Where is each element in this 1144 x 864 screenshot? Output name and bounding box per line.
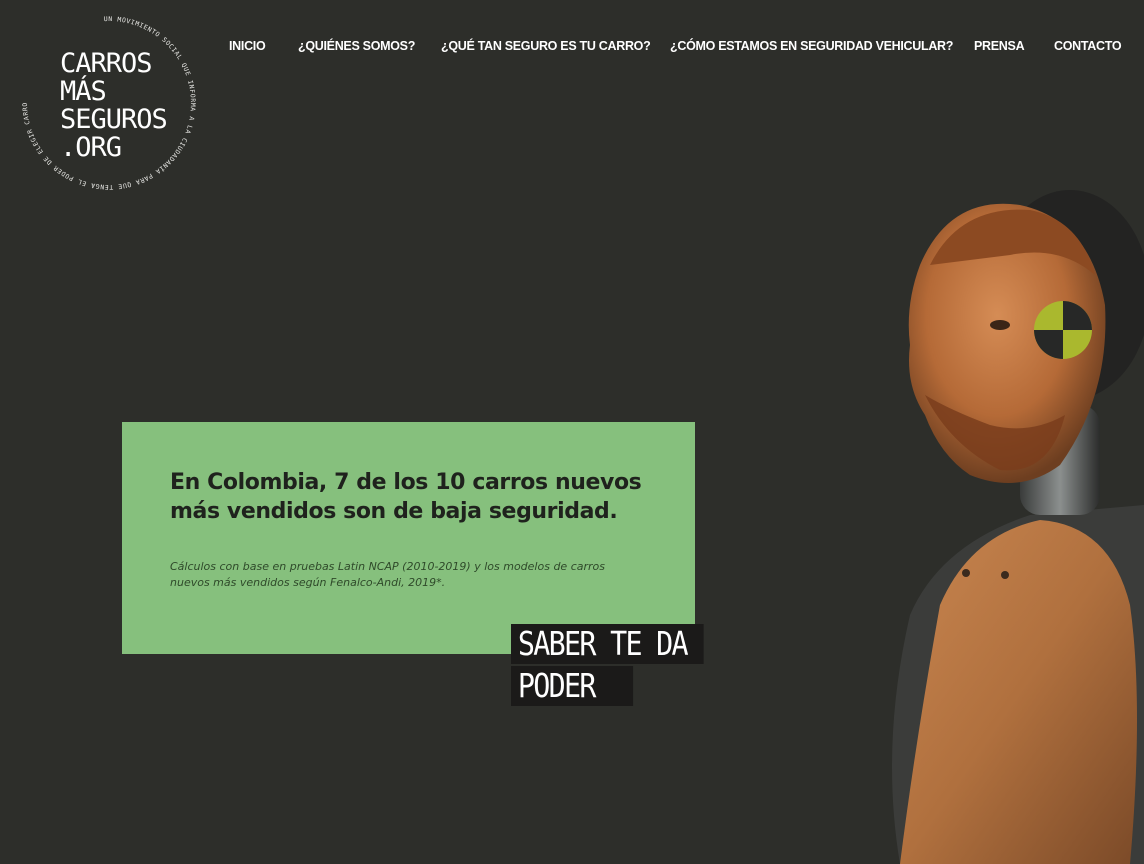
logo-line: MÁS xyxy=(60,76,107,107)
stat-card: En Colombia, 7 de los 10 carros nuevos m… xyxy=(122,422,695,654)
site-logo[interactable]: UN MOVIMIENTO SOCIAL QUE INFORMA A LA CI… xyxy=(14,8,204,198)
crash-target-icon xyxy=(1034,301,1092,359)
nav-item-contacto[interactable]: CONTACTO xyxy=(1054,38,1122,54)
page: UN MOVIMIENTO SOCIAL QUE INFORMA A LA CI… xyxy=(0,0,1144,864)
nav-item-quienes-somos[interactable]: ¿QUIÉNES SOMOS? xyxy=(298,38,415,54)
nav-item-inicio[interactable]: INICIO xyxy=(229,38,266,54)
stat-headline: En Colombia, 7 de los 10 carros nuevos m… xyxy=(170,470,642,524)
logo-line: .ORG xyxy=(60,132,122,163)
tagline-line-2: PODER xyxy=(511,666,634,706)
hero-crash-dummy-image xyxy=(880,185,1144,864)
nav-item-como-estamos[interactable]: ¿CÓMO ESTAMOS EN SEGURIDAD VEHICULAR? xyxy=(670,38,953,54)
nav-item-que-tan-seguro[interactable]: ¿QUÉ TAN SEGURO ES TU CARRO? xyxy=(441,38,651,54)
main-nav: INICIO ¿QUIÉNES SOMOS? ¿QUÉ TAN SEGURO E… xyxy=(0,38,1144,58)
crash-dummy-illustration xyxy=(892,190,1144,864)
tagline-line-1: SABER TE DA xyxy=(511,624,704,664)
nav-item-prensa[interactable]: PRENSA xyxy=(974,38,1025,54)
logo-line: SEGUROS xyxy=(60,104,168,135)
stat-source-note: Cálculos con base en pruebas Latin NCAP … xyxy=(170,560,605,589)
logo-wordmark: CARROS MÁS SEGUROS .ORG xyxy=(60,50,168,163)
